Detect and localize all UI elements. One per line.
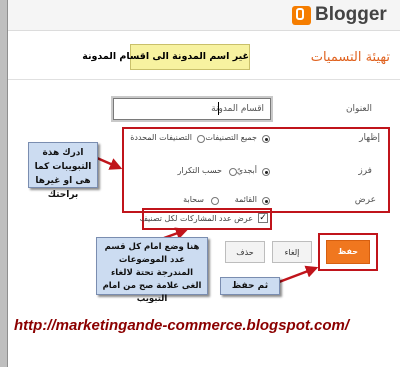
arrow-to-save [278, 265, 319, 284]
callout-options: ادرك هذة التبويبات كما هى او غيرها براحت… [28, 142, 98, 200]
callout-save: ثم حفظ [220, 277, 280, 295]
callout-post-count: هنا وضع امام كل قسم عدد الموضوعات المندر… [96, 237, 208, 304]
blog-url-watermark: http://marketingande-commerce.blogspot.c… [14, 317, 350, 334]
arrow-to-options [96, 156, 123, 170]
